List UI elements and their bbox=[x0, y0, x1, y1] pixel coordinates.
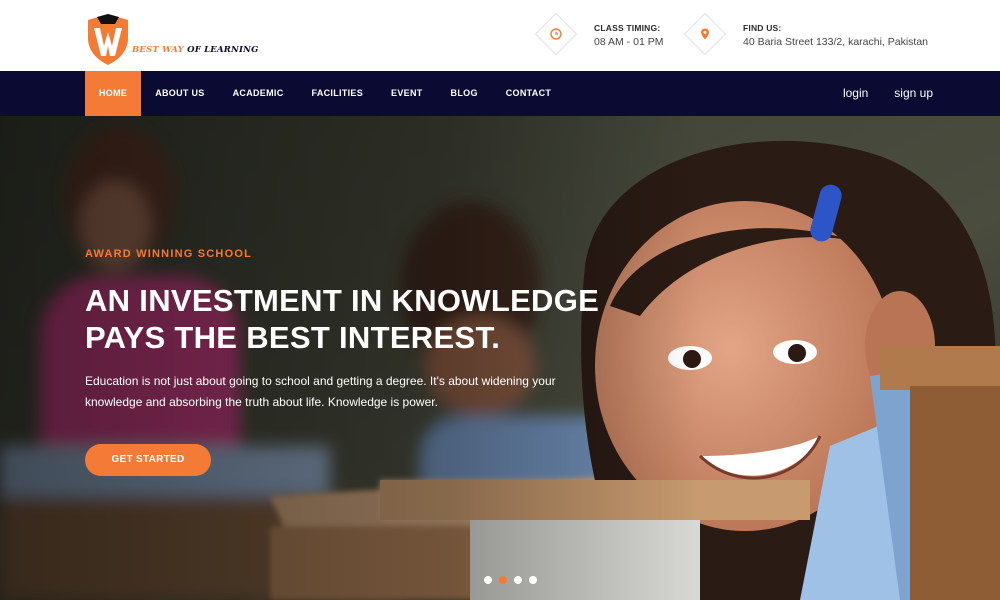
hero-headline-line2: PAYS THE BEST INTEREST. bbox=[85, 320, 501, 355]
nav-item-about-us[interactable]: ABOUT US bbox=[141, 71, 218, 116]
location-pin-icon bbox=[701, 28, 709, 40]
nav-item-blog[interactable]: BLOG bbox=[437, 71, 492, 116]
nav-item-event[interactable]: EVENT bbox=[377, 71, 437, 116]
brand-tagline-part2: OF LEARNING bbox=[187, 45, 259, 55]
nav-item-home[interactable]: HOME bbox=[85, 71, 142, 116]
nav-item-facilities[interactable]: FACILITIES bbox=[298, 71, 378, 116]
hero-headline-line1: AN INVESTMENT IN KNOWLEDGE bbox=[85, 283, 600, 318]
hero-overlay bbox=[0, 116, 1000, 600]
nav-item-contact[interactable]: CONTACT bbox=[492, 71, 565, 116]
slider-dot-1[interactable] bbox=[484, 576, 492, 584]
class-timing-value: 08 AM - 01 PM bbox=[594, 36, 664, 48]
get-started-button[interactable]: GET STARTED bbox=[85, 444, 211, 476]
brand-tagline: BEST WAY OF LEARNING bbox=[132, 45, 259, 55]
find-us-title: FIND US: bbox=[743, 23, 782, 33]
slider-dot-3[interactable] bbox=[514, 576, 522, 584]
find-us-address: 40 Baria Street 133/2, karachi, Pakistan bbox=[743, 36, 929, 48]
slider-dot-4[interactable] bbox=[529, 576, 537, 584]
brand-logo[interactable]: BEST WAY OF LEARNING bbox=[85, 14, 258, 66]
shield-logo-icon bbox=[88, 14, 128, 65]
hero-headline: AN INVESTMENT IN KNOWLEDGE PAYS THE BEST… bbox=[85, 282, 685, 356]
nav-item-academic[interactable]: ACADEMIC bbox=[219, 71, 298, 116]
slider-pagination bbox=[484, 576, 537, 584]
main-nav: HOME ABOUT US ACADEMIC FACILITIES EVENT … bbox=[0, 71, 1000, 116]
login-link[interactable]: login bbox=[843, 71, 868, 116]
hero-slider: AWARD WINNING SCHOOL AN INVESTMENT IN KN… bbox=[0, 116, 1000, 600]
signup-link[interactable]: sign up bbox=[894, 71, 933, 116]
clock-icon bbox=[550, 28, 562, 40]
auth-links: login sign up bbox=[843, 71, 933, 116]
hero-eyebrow: AWARD WINNING SCHOOL bbox=[85, 248, 252, 260]
brand-tagline-part1: BEST WAY bbox=[132, 45, 184, 55]
class-timing-title: CLASS TIMING: bbox=[594, 23, 661, 33]
hero-lead-text: Education is not just about going to sch… bbox=[85, 374, 556, 409]
nav-menu: HOME ABOUT US ACADEMIC FACILITIES EVENT … bbox=[85, 71, 565, 116]
slider-dot-2[interactable] bbox=[499, 576, 507, 584]
top-header: BEST WAY OF LEARNING CLASS TIMING: 08 AM… bbox=[0, 0, 1000, 71]
